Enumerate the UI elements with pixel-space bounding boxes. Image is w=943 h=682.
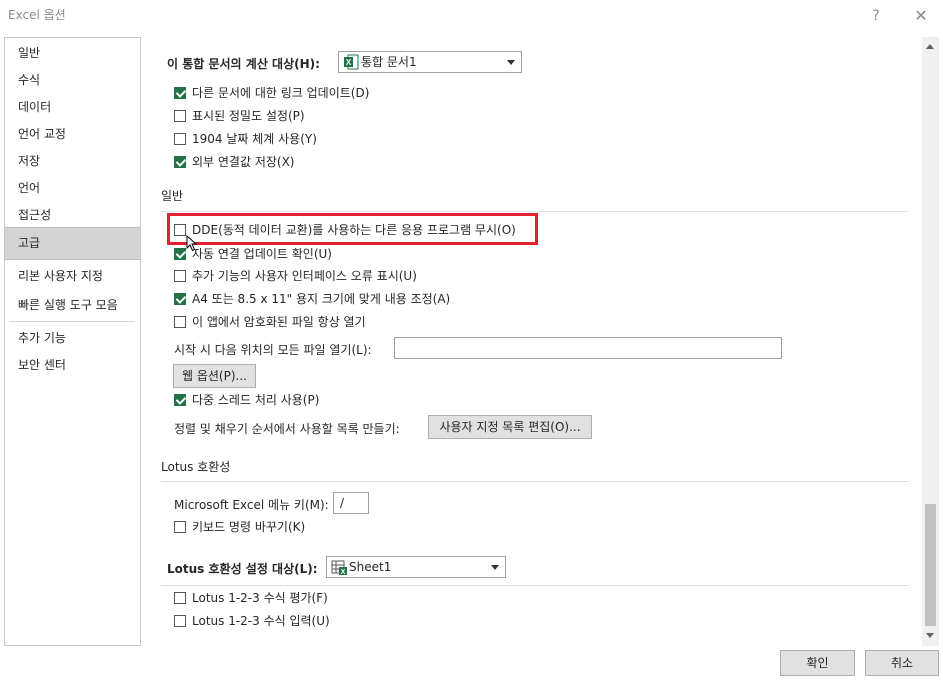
ask-update-links-label: 자동 연결 업데이트 확인(U) bbox=[192, 247, 332, 261]
sidebar-item-language[interactable]: 언어 bbox=[5, 175, 140, 201]
scale-a4-label: A4 또는 8.5 x 11" 용지 크기에 맞게 내용 조정(A) bbox=[192, 292, 451, 306]
checkbox[interactable] bbox=[174, 270, 186, 282]
scrollbar-thumb[interactable] bbox=[925, 504, 936, 626]
sidebar-item-customize-ribbon[interactable]: 리본 사용자 지정 bbox=[5, 263, 140, 289]
lotus-section-heading: Lotus 호환성 bbox=[161, 460, 231, 474]
sidebar-item-accessibility[interactable]: 접근성 bbox=[5, 202, 140, 228]
checkbox-check-icon[interactable] bbox=[174, 248, 186, 260]
sidebar-item-data[interactable]: 데이터 bbox=[5, 94, 140, 120]
update-links-label: 다른 문서에 대한 링크 업데이트(D) bbox=[192, 86, 370, 100]
lotus-formula-entry-label: Lotus 1-2-3 수식 입력(U) bbox=[192, 614, 330, 628]
startup-folder-input[interactable] bbox=[394, 337, 782, 359]
show-addin-errors-label: 추가 기능의 사용자 인터페이스 오류 표시(U) bbox=[192, 269, 417, 283]
title-bar: Excel 옵션 ? ✕ bbox=[0, 0, 943, 32]
sidebar-item-proofing[interactable]: 언어 교정 bbox=[5, 121, 140, 147]
sidebar-item-trust-center[interactable]: 보안 센터 bbox=[5, 352, 140, 378]
workbook-calc-value: 통합 문서1 bbox=[361, 55, 417, 69]
nav-keys-label: 키보드 명령 바꾸기(K) bbox=[192, 520, 306, 534]
checkbox[interactable] bbox=[174, 592, 186, 604]
workbook-calc-dropdown[interactable]: X 통합 문서1 bbox=[338, 51, 522, 73]
lotus-settings-label: Lotus 호환성 설정 대상(L): bbox=[167, 562, 318, 576]
section-divider bbox=[161, 585, 909, 586]
web-options-button[interactable]: 웹 옵션(P)... bbox=[173, 364, 256, 388]
sidebar-item-quick-access-toolbar[interactable]: 빠른 실행 도구 모음 bbox=[5, 292, 140, 318]
ok-button[interactable]: 확인 bbox=[780, 650, 855, 676]
date-1904-label: 1904 날짜 체계 사용(Y) bbox=[192, 132, 317, 146]
sidebar-item-general[interactable]: 일반 bbox=[5, 40, 140, 66]
sidebar-item-formulas[interactable]: 수식 bbox=[5, 67, 140, 93]
general-section-heading: 일반 bbox=[161, 189, 184, 203]
lotus-settings-dropdown[interactable]: X Sheet1 bbox=[326, 556, 506, 578]
checkbox-check-icon[interactable] bbox=[174, 156, 186, 168]
menu-key-label: Microsoft Excel 메뉴 키(M): bbox=[174, 498, 329, 512]
menu-key-input[interactable]: / bbox=[333, 492, 369, 514]
excel-sheet-icon: X bbox=[331, 560, 347, 575]
scroll-up-icon[interactable] bbox=[922, 38, 939, 55]
options-sidebar: 일반 수식 데이터 언어 교정 저장 언어 접근성 고급 리본 사용자 지정 빠… bbox=[4, 37, 141, 646]
help-button[interactable]: ? bbox=[862, 4, 890, 28]
svg-text:X: X bbox=[341, 569, 346, 575]
checkbox[interactable] bbox=[174, 615, 186, 627]
excel-workbook-icon: X bbox=[344, 54, 359, 70]
lotus-settings-value: Sheet1 bbox=[349, 560, 392, 574]
highlight-box bbox=[167, 213, 538, 245]
precision-as-displayed-label: 표시된 정밀도 설정(P) bbox=[192, 109, 305, 123]
checkbox[interactable] bbox=[174, 316, 186, 328]
startup-folder-label: 시작 시 다음 위치의 모든 파일 열기(L): bbox=[174, 343, 372, 357]
svg-text:X: X bbox=[346, 58, 352, 67]
dropdown-arrow-icon bbox=[507, 60, 515, 65]
sidebar-item-advanced[interactable]: 고급 bbox=[5, 227, 140, 260]
save-external-values-label: 외부 연결값 저장(X) bbox=[192, 155, 295, 169]
checkbox-check-icon[interactable] bbox=[174, 394, 186, 406]
edit-custom-lists-button[interactable]: 사용자 지정 목록 편집(O)... bbox=[428, 415, 592, 439]
dropdown-arrow-icon bbox=[491, 565, 499, 570]
lotus-formula-eval-label: Lotus 1-2-3 수식 평가(F) bbox=[192, 591, 328, 605]
window-title: Excel 옵션 bbox=[8, 8, 66, 22]
checkbox[interactable] bbox=[174, 521, 186, 533]
checkbox-check-icon[interactable] bbox=[174, 87, 186, 99]
cancel-button[interactable]: 취소 bbox=[865, 650, 939, 676]
scroll-down-icon[interactable] bbox=[922, 627, 939, 644]
checkbox-check-icon[interactable] bbox=[174, 293, 186, 305]
sort-fill-lists-label: 정렬 및 채우기 순서에서 사용할 목록 만들기: bbox=[174, 422, 400, 436]
sidebar-item-save[interactable]: 저장 bbox=[5, 148, 140, 174]
vertical-scrollbar[interactable] bbox=[922, 37, 939, 646]
checkbox[interactable] bbox=[174, 110, 186, 122]
workbook-calc-label: 이 통합 문서의 계산 대상(H): bbox=[167, 57, 320, 71]
mouse-cursor-icon bbox=[186, 235, 198, 252]
checkbox[interactable] bbox=[174, 133, 186, 145]
sidebar-item-add-ins[interactable]: 추가 기능 bbox=[5, 325, 140, 351]
section-divider bbox=[161, 481, 909, 482]
close-button[interactable]: ✕ bbox=[907, 4, 935, 28]
sidebar-divider bbox=[9, 321, 135, 322]
advanced-options-panel: 이 통합 문서의 계산 대상(H): X 통합 문서1 다른 문서에 대한 링크… bbox=[145, 37, 922, 646]
always-open-encrypted-label: 이 앱에서 암호화된 파일 항상 열기 bbox=[192, 315, 366, 329]
section-divider bbox=[161, 211, 909, 212]
multithread-label: 다중 스레드 처리 사용(P) bbox=[192, 393, 320, 407]
